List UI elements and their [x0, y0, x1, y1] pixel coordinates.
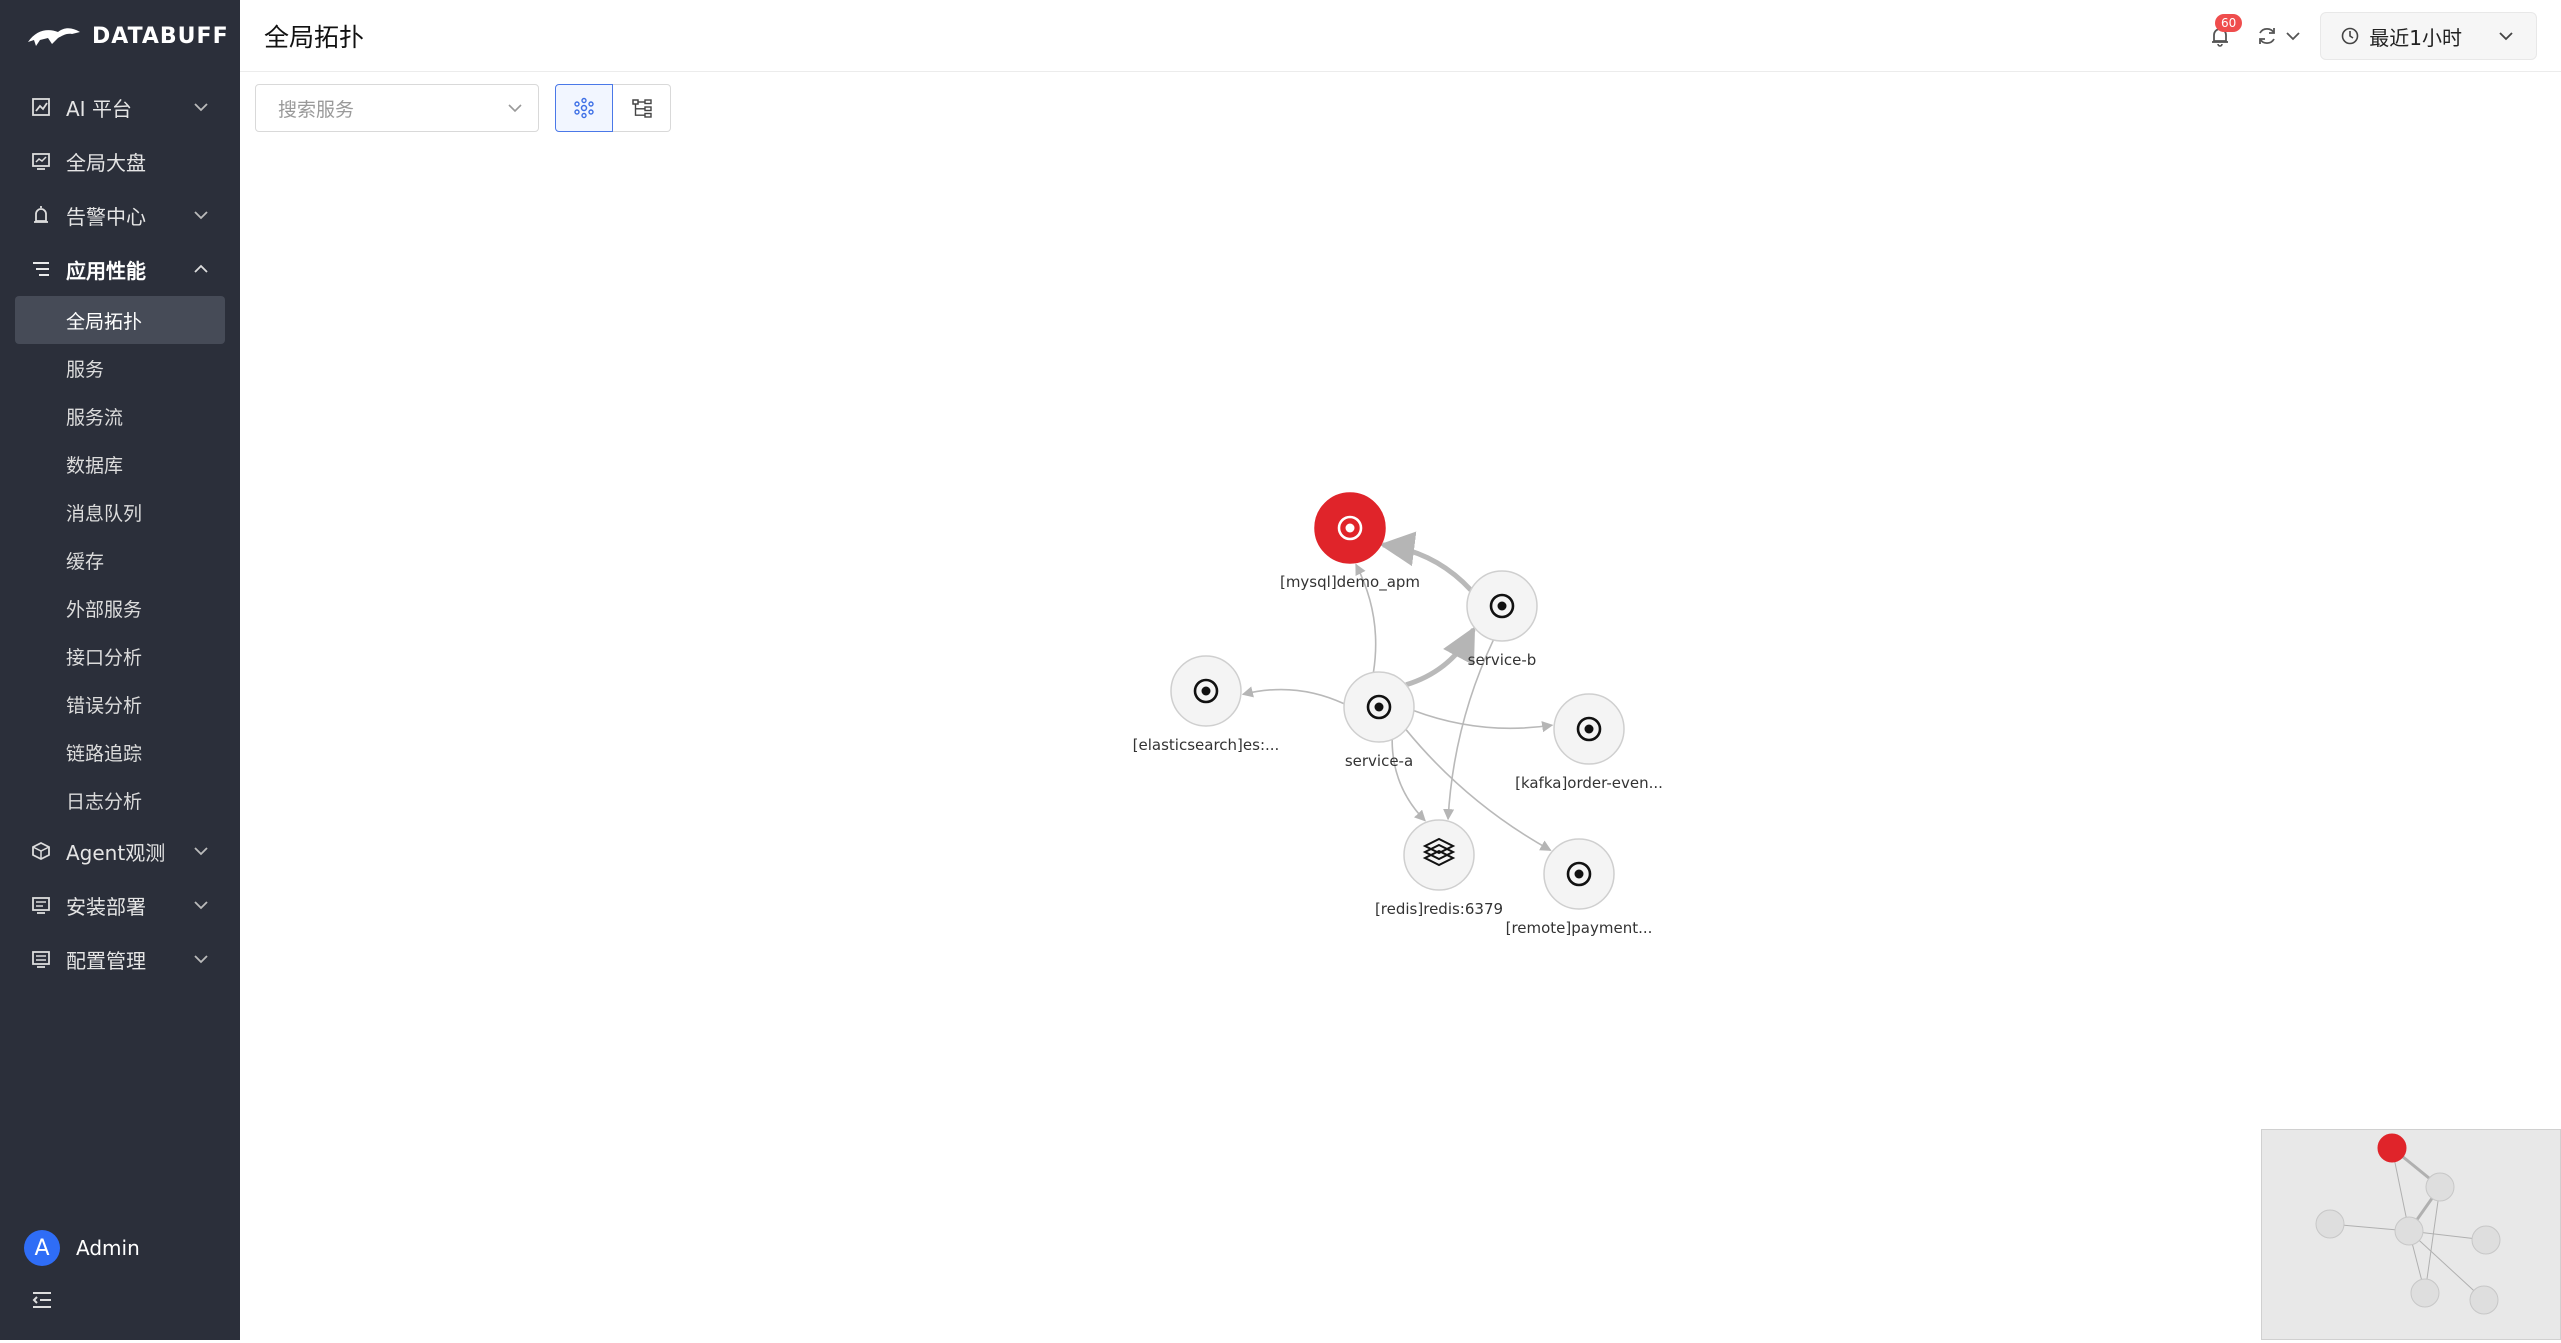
topology-minimap[interactable]: [2261, 1129, 2561, 1340]
topology-edge-service-a-to-es[interactable]: [1241, 686, 1345, 705]
sidebar-subitem-api-analysis[interactable]: 接口分析: [0, 632, 240, 680]
minimap-node-mysql: [2377, 1133, 2407, 1163]
tree-view-button[interactable]: [613, 84, 671, 132]
search-placeholder: 搜索服务: [278, 98, 355, 121]
install-icon: [30, 894, 52, 916]
tree-layout-icon: [631, 99, 652, 118]
time-range-value: 最近1小时: [2369, 25, 2462, 50]
node-label: [mysql]demo_apm: [1280, 573, 1420, 592]
graph-layout-icon: [574, 97, 594, 119]
sidebar-item-app-performance[interactable]: 应用性能: [0, 242, 240, 296]
topology-node-redis[interactable]: [redis]redis:6379: [1375, 819, 1503, 918]
minimap-node-kafka: [2471, 1225, 2501, 1255]
sidebar-item-agent-observe[interactable]: Agent观测: [0, 824, 240, 878]
node-label: [elasticsearch]es:...: [1133, 736, 1280, 754]
refresh-control[interactable]: [2256, 25, 2302, 47]
top-header: 全局拓扑 60 最近1小时: [240, 0, 2561, 72]
topology-node-kafka[interactable]: [kafka]order-even...: [1515, 693, 1663, 792]
chevron-down-icon: [2499, 32, 2513, 41]
notification-badge: 60: [2214, 14, 2243, 32]
sidebar-subitem-error-analysis[interactable]: 错误分析: [0, 680, 240, 728]
topology-edge-service-a-to-kafka[interactable]: [1413, 709, 1554, 733]
minimap-graph: [2315, 1133, 2501, 1315]
sidebar-item-ai-platform[interactable]: AI 平台: [0, 80, 240, 134]
sidebar-subitem-service-flow[interactable]: 服务流: [0, 392, 240, 440]
sidebar-item-label: Agent观测: [66, 840, 166, 865]
topology-edge-service-a-to-service-b[interactable]: [1405, 626, 1476, 688]
user-profile[interactable]: A Admin: [24, 1230, 140, 1266]
minimap-node-service-b: [2425, 1172, 2455, 1202]
topology-node-es[interactable]: [elasticsearch]es:...: [1133, 655, 1280, 754]
sidebar-item-install-deploy[interactable]: 安装部署: [0, 878, 240, 932]
collapse-sidebar-icon[interactable]: [30, 1288, 54, 1312]
sidebar-subitem-cache[interactable]: 缓存: [0, 536, 240, 584]
sidebar-subitem-log-analysis[interactable]: 日志分析: [0, 776, 240, 824]
user-name: Admin: [76, 1236, 140, 1260]
topology-node-service-a[interactable]: service-a: [1343, 671, 1415, 770]
sidebar-item-config-management[interactable]: 配置管理: [0, 932, 240, 986]
node-label: [remote]payment...: [1506, 919, 1653, 937]
node-label: [redis]redis:6379: [1375, 900, 1503, 918]
sidebar-item-label: 全局大盘: [66, 150, 146, 175]
sidebar-subitem-services[interactable]: 服务: [0, 344, 240, 392]
minimap-node-redis: [2410, 1278, 2440, 1308]
submenu-app-performance: 全局拓扑 服务 服务流 数据库 消息队列 缓存 外部服务 接口分析 错误分析 链…: [0, 296, 240, 824]
avatar[interactable]: A: [24, 1230, 60, 1266]
leopard-logo-icon: [28, 28, 80, 46]
node-label: service-a: [1345, 752, 1413, 770]
chevron-up-icon: [194, 264, 208, 273]
monitor-icon: [30, 150, 52, 172]
view-mode-toggle: [555, 84, 671, 132]
topology-node-remote[interactable]: [remote]payment...: [1506, 838, 1653, 937]
sidebar-subitem-trace[interactable]: 链路追踪: [0, 728, 240, 776]
minimap-node-es: [2315, 1209, 2345, 1239]
sidebar-menu: AI 平台 全局大盘 告警中心 应用性能 全局拓扑 服务 服务流 数据库 消息队…: [0, 80, 240, 986]
chevron-down-icon: [508, 104, 522, 113]
chevron-down-icon: [194, 103, 208, 112]
chevron-down-icon: [194, 901, 208, 910]
cube-icon: [30, 840, 52, 862]
chevron-down-icon: [194, 847, 208, 856]
alarm-icon: [30, 204, 52, 226]
chevron-down-icon: [194, 955, 208, 964]
time-range-select[interactable]: 最近1小时: [2320, 12, 2537, 60]
topology-nodes: [mysql]demo_apm service-b service-a [elasti…: [1133, 492, 1663, 937]
refresh-icon[interactable]: [2256, 25, 2278, 47]
node-circle[interactable]: [1403, 819, 1475, 891]
settings-icon: [30, 948, 52, 970]
list-icon: [30, 258, 52, 280]
chart-icon: [30, 96, 52, 118]
chevron-down-icon: [194, 211, 208, 220]
node-label: service-b: [1468, 651, 1537, 669]
topology-graph[interactable]: [mysql]demo_apm service-b service-a [elasti…: [0, 0, 2561, 1340]
topology-toolbar: 搜索服务: [255, 84, 671, 132]
sidebar-subitem-global-topology[interactable]: 全局拓扑: [15, 296, 225, 344]
graph-view-button[interactable]: [555, 84, 613, 132]
sidebar-item-global-dashboard[interactable]: 全局大盘: [0, 134, 240, 188]
sidebar-item-label: 告警中心: [66, 204, 146, 229]
logo-text: DATABUFF: [92, 23, 229, 49]
clock-icon: [2341, 27, 2359, 45]
node-label: [kafka]order-even...: [1515, 774, 1663, 792]
chevron-down-icon[interactable]: [2284, 27, 2302, 45]
topology-node-service-b[interactable]: service-b: [1466, 570, 1538, 669]
minimap-node-remote: [2469, 1285, 2499, 1315]
sidebar-subitem-message-queue[interactable]: 消息队列: [0, 488, 240, 536]
sidebar-item-label: 安装部署: [66, 894, 146, 919]
sidebar-item-alarm-center[interactable]: 告警中心: [0, 188, 240, 242]
logo[interactable]: DATABUFF: [26, 18, 229, 54]
sidebar-item-label: 应用性能: [66, 258, 146, 283]
sidebar-item-label: 配置管理: [66, 948, 146, 973]
search-service-select[interactable]: 搜索服务: [255, 84, 539, 132]
notifications-button[interactable]: 60: [2202, 14, 2243, 54]
sidebar: DATABUFF AI 平台 全局大盘 告警中心 应用性能 全局拓扑 服务 服务…: [0, 0, 240, 1340]
page-title: 全局拓扑: [264, 23, 365, 52]
sidebar-subitem-external-services[interactable]: 外部服务: [0, 584, 240, 632]
minimap-node-service-a: [2394, 1216, 2424, 1246]
topology-node-mysql[interactable]: [mysql]demo_apm: [1280, 492, 1420, 592]
header-actions: 60 最近1小时: [2202, 12, 2537, 60]
sidebar-item-label: AI 平台: [66, 96, 132, 121]
sidebar-subitem-database[interactable]: 数据库: [0, 440, 240, 488]
